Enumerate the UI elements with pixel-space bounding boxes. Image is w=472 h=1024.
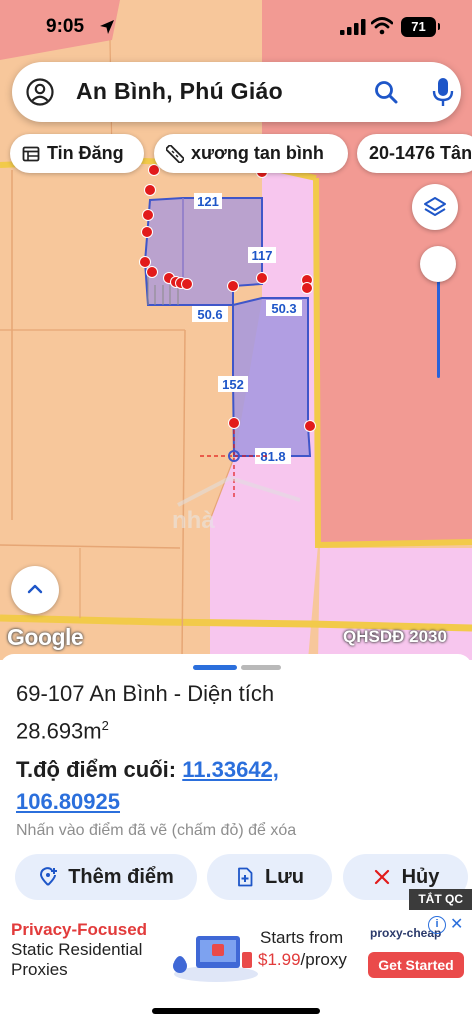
ad-price-unit: /proxy [300,950,347,969]
ad-info-icon[interactable]: i [428,916,446,934]
search-query[interactable]: An Bình, Phú Giáo [76,78,283,105]
save-label: Lưu [265,865,304,888]
ruler-icon [166,144,184,163]
add-point-label: Thêm điểm [68,865,174,888]
home-indicator [152,1008,320,1014]
last-point-longitude-link[interactable]: 106.80925 [16,789,120,814]
close-ad-button[interactable]: TẮT QC [409,889,472,910]
add-location-icon [40,867,58,886]
point-marker [141,226,153,238]
ad-price: $1.99 [258,950,301,969]
list-icon [22,146,40,161]
last-point-label: T.độ điểm cuối: [16,757,177,782]
point-marker [144,184,156,196]
delete-hint: Nhấn vào điểm đã vẽ (chấm đỏ) để xóa [16,822,297,839]
ad-subline: Static Residential Proxies [11,940,143,979]
last-point-coordinates: T.độ điểm cuối: 11.33642, 106.80925 [16,754,456,818]
svg-text:50.3: 50.3 [271,301,296,316]
point-marker [139,256,151,268]
chip-label: Tin Đăng [47,143,124,163]
point-marker [228,417,240,429]
chip-measure[interactable]: xương tan bình [154,134,348,173]
cancel-label: Hủy [401,865,440,888]
ad-starts-from: Starts from [260,928,344,947]
svg-text:121: 121 [197,194,219,209]
parcel-title: 69-107 An Bình - Diện tích 28.693m2 [16,678,456,747]
sheet-pager-inactive[interactable] [241,665,281,670]
dim-label-50-3: 50.3 [266,300,302,316]
add-point-button[interactable]: Thêm điểm [15,854,197,900]
layers-button[interactable] [412,184,458,230]
plan-label: QHSDĐ 2030 [343,627,447,646]
chip-tin-dang[interactable]: Tin Đăng [10,134,144,173]
zoom-knob[interactable] [420,246,456,282]
status-bar: 9:05 71 [0,0,472,56]
point-marker [142,209,154,221]
dim-label-81-8: 81.8 [255,448,291,464]
point-marker [256,272,268,284]
ad-illustration [173,936,258,982]
ad-close-icon[interactable]: ✕ [450,914,463,934]
last-point-latitude-link[interactable]: 11.33642, [182,757,279,782]
google-attribution: Google [7,624,84,650]
point-marker [304,420,316,432]
ad-banner[interactable]: TẮT QC Privacy-Focused Static Residentia… [0,889,472,990]
dim-label-50-6: 50.6 [192,306,228,322]
sheet-pager-active[interactable] [193,665,237,670]
svg-text:nhà: nhà [172,507,215,534]
chip-label: 20-1476 Tân [369,143,472,163]
search-bar[interactable]: An Bình, Phú Giáo [12,62,461,122]
svg-text:152: 152 [222,377,244,392]
point-marker [301,282,313,294]
signal-icon [340,19,366,35]
dim-label-117: 117 [248,247,276,263]
ad-price-line: $1.99/proxy [258,950,347,970]
parcel-area: 28.693m [16,718,102,744]
battery-indicator: 71 [401,17,440,37]
dim-label-152: 152 [218,376,248,392]
ad-cta-button[interactable]: Get Started [368,952,464,978]
status-time: 9:05 [46,16,85,37]
wifi-icon [371,17,393,35]
account-icon[interactable] [26,78,54,106]
zoom-slider[interactable] [420,246,456,386]
svg-text:50.6: 50.6 [197,307,222,322]
close-icon [374,869,389,885]
point-marker [181,278,193,290]
expand-up-button[interactable] [11,566,59,614]
area-unit-superscript: 2 [101,718,109,733]
chevron-up-icon [27,584,43,594]
chip-parcel[interactable]: 20-1476 Tân [357,134,472,173]
ad-headline: Privacy-Focused [11,920,148,939]
location-arrow-icon [100,20,114,34]
save-button[interactable]: Lưu [207,854,332,900]
dim-label-121: 121 [194,193,222,209]
chip-label: xương tan bình [191,143,324,163]
svg-text:117: 117 [252,248,273,263]
search-icon[interactable] [373,79,399,105]
parcel-name: 69-107 An Bình - Diện tích [16,681,275,706]
point-marker [227,280,239,292]
microphone-icon[interactable] [432,77,454,107]
layers-icon [424,197,446,216]
point-marker [146,266,158,278]
add-document-icon [238,867,253,887]
